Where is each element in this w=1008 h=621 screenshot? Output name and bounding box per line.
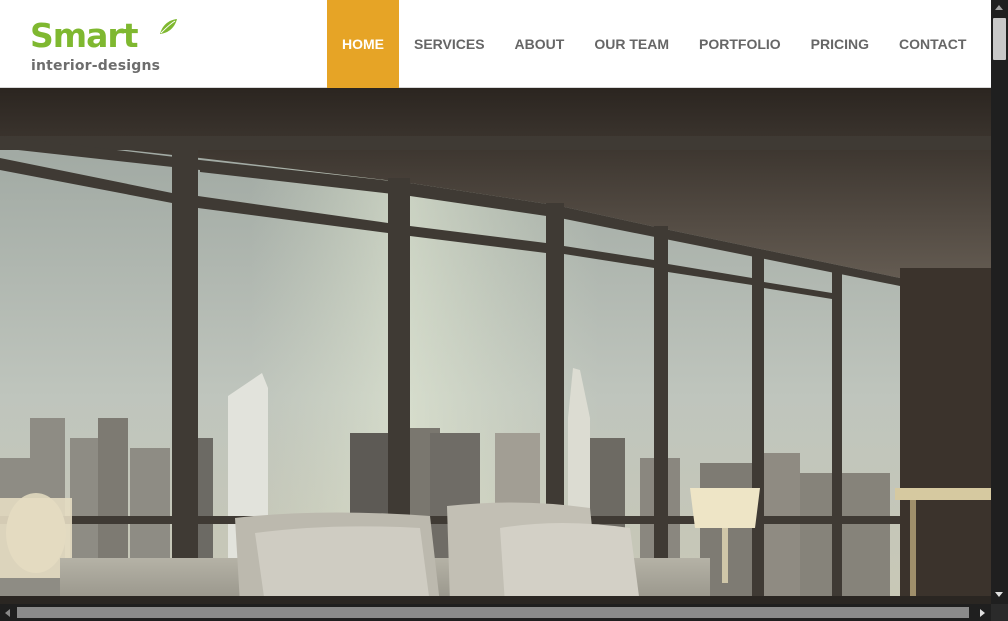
logo[interactable]: Smart interior-designs (30, 16, 190, 78)
nav-item-about[interactable]: ABOUT (500, 0, 580, 88)
horizontal-scrollbar[interactable] (0, 604, 991, 621)
logo-tagline: interior-designs (31, 58, 161, 74)
nav-item-contact[interactable]: CONTACT (884, 0, 981, 88)
living-room-city-view-photo (0, 88, 991, 604)
scrollbar-corner (991, 604, 1008, 621)
hero-image (0, 88, 991, 604)
leaf-icon (160, 19, 177, 34)
nav-item-portfolio[interactable]: PORTFOLIO (684, 0, 796, 88)
vertical-scrollbar[interactable] (991, 0, 1008, 604)
nav-item-pricing[interactable]: PRICING (796, 0, 884, 88)
logo-wordmark: Smart (30, 16, 138, 55)
nav-item-home[interactable]: HOME (327, 0, 399, 88)
nav-item-our-team[interactable]: OUR TEAM (579, 0, 684, 88)
browser-viewport: Smart interior-designs HOME SERVICES ABO… (0, 0, 991, 604)
scroll-left-arrow-icon[interactable] (5, 609, 10, 617)
main-nav: HOME SERVICES ABOUT OUR TEAM PORTFOLIO P… (327, 0, 981, 88)
scroll-right-arrow-icon[interactable] (980, 609, 985, 617)
horizontal-scroll-thumb[interactable] (17, 607, 969, 618)
scroll-up-arrow-icon[interactable] (995, 5, 1003, 10)
scroll-down-arrow-icon[interactable] (995, 592, 1003, 597)
vertical-scroll-thumb[interactable] (993, 18, 1006, 60)
nav-item-services[interactable]: SERVICES (399, 0, 500, 88)
site-header: Smart interior-designs HOME SERVICES ABO… (0, 0, 991, 88)
